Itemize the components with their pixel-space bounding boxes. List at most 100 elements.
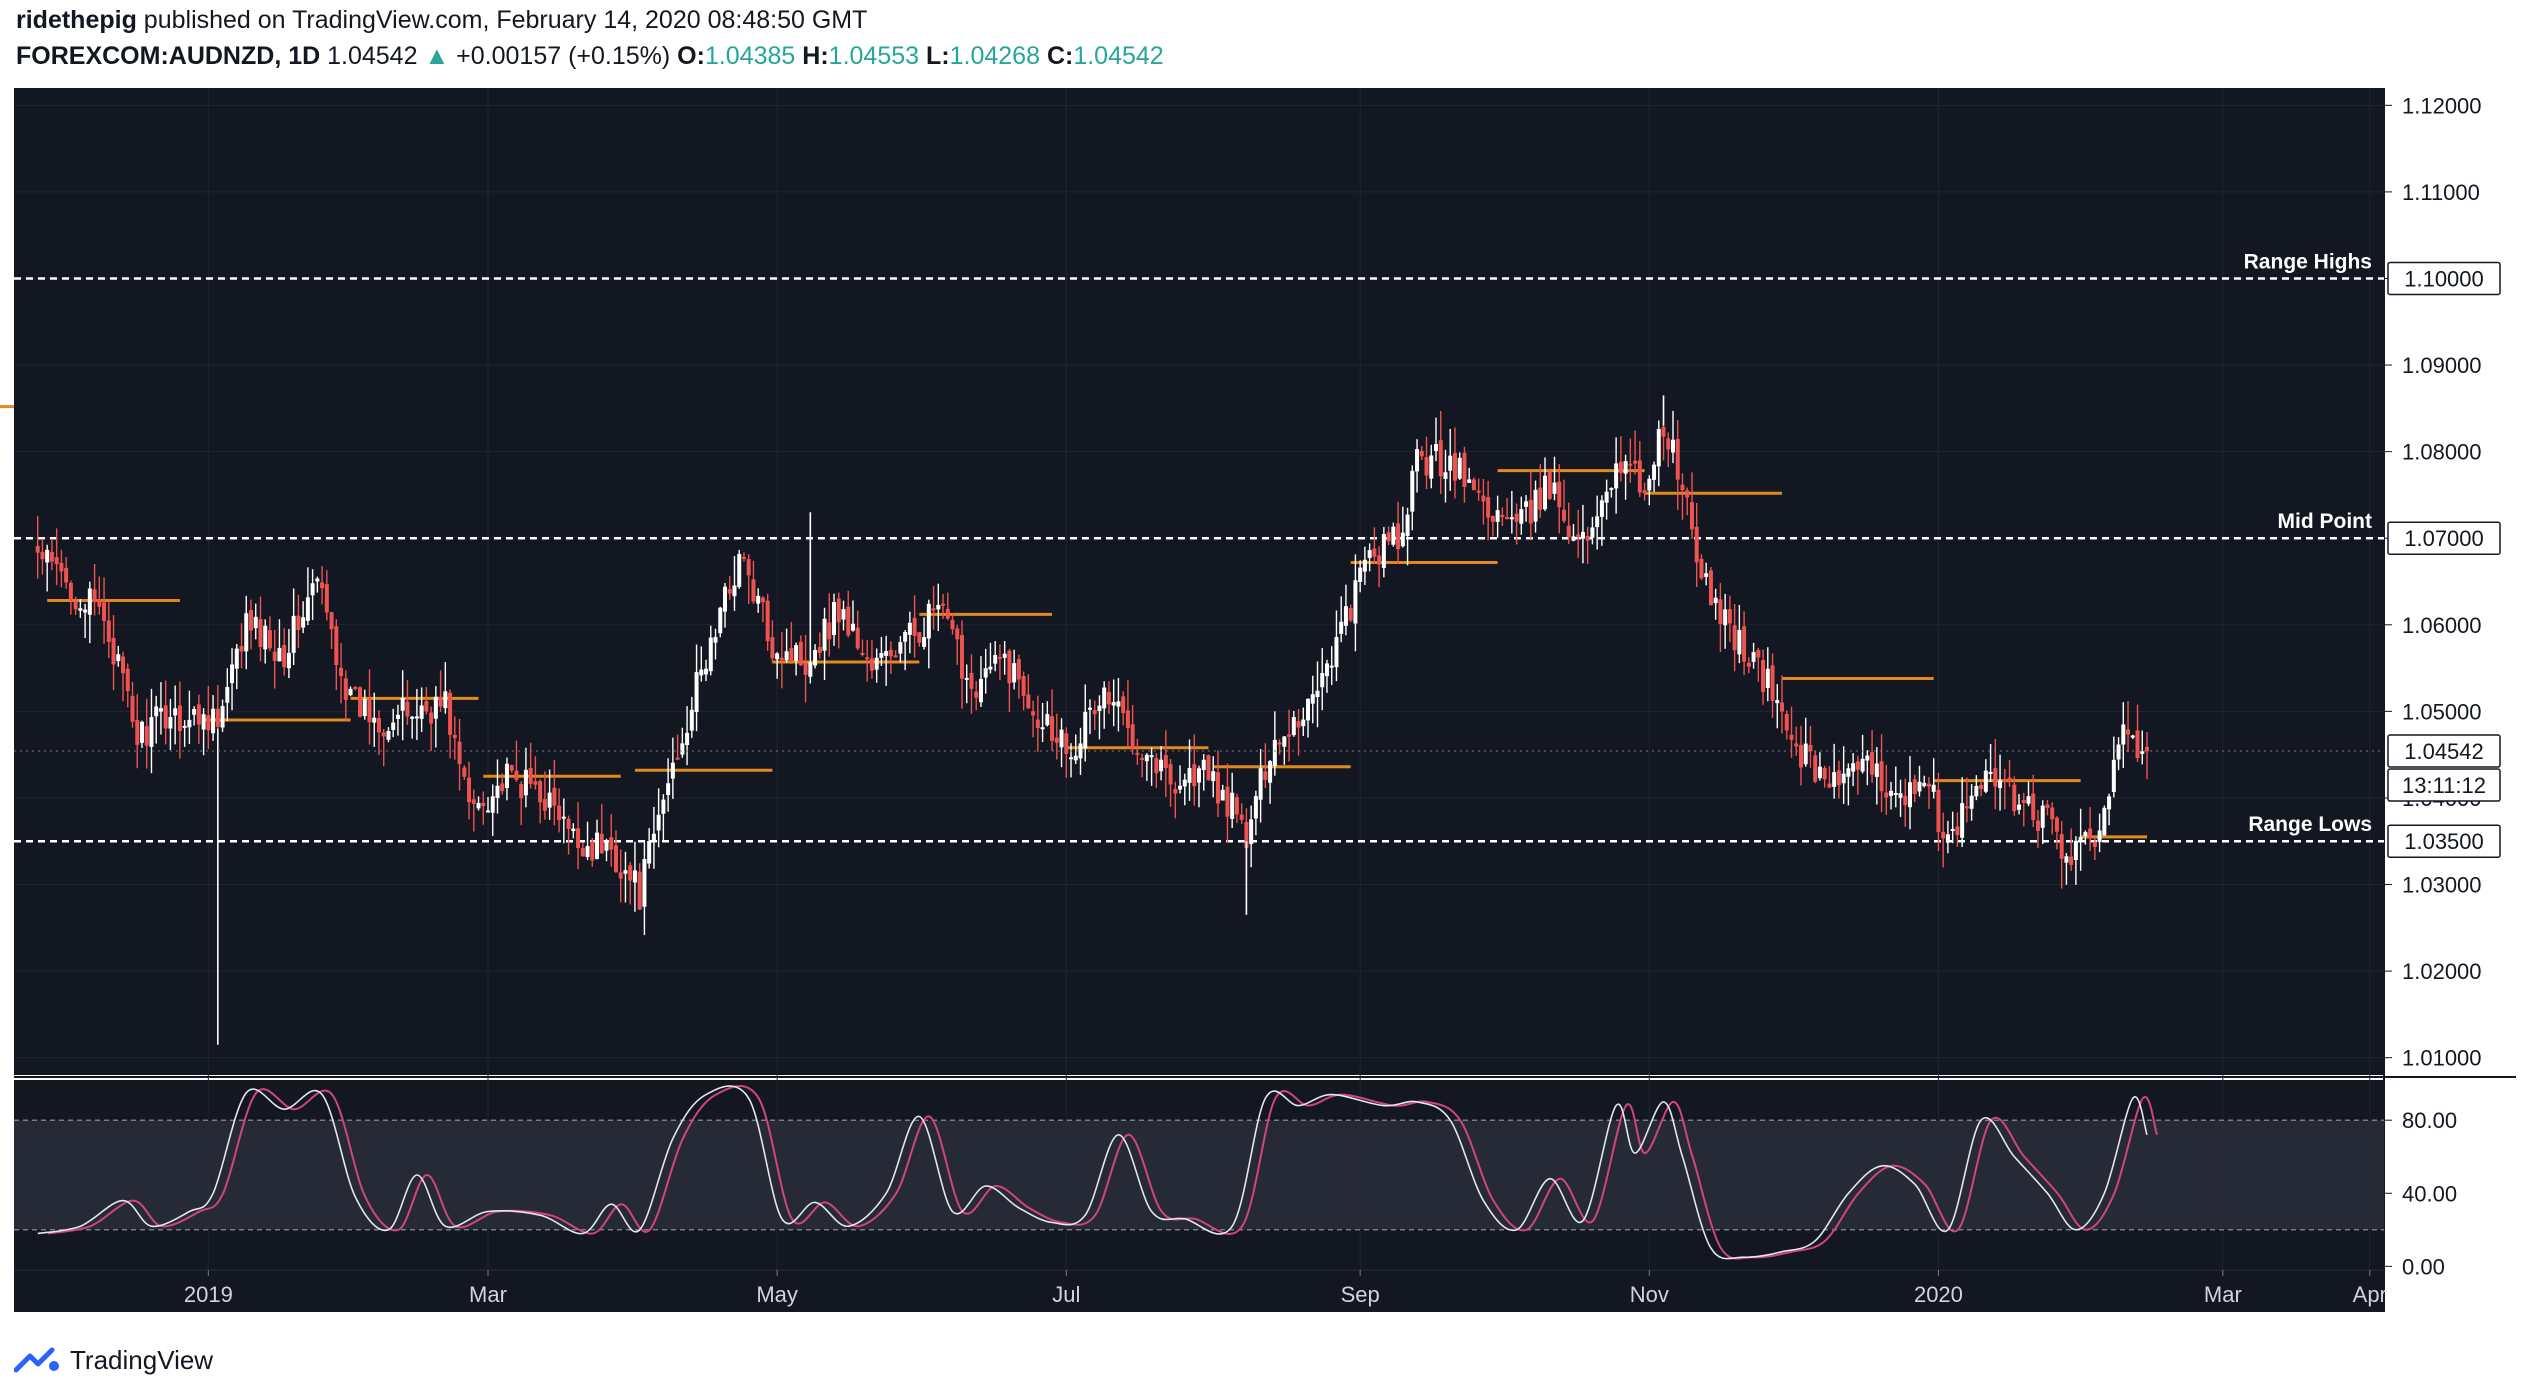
candle-body: [504, 763, 509, 789]
candle-body: [936, 604, 941, 610]
candle-body: [1476, 490, 1481, 493]
candle-body: [613, 845, 618, 873]
candle-body: [798, 641, 803, 666]
candle-body: [538, 780, 543, 803]
candle-body: [1580, 531, 1585, 539]
candle-body: [1116, 701, 1121, 707]
candle-body: [1931, 784, 1936, 792]
candle-body: [1140, 758, 1145, 761]
candle-body: [746, 559, 751, 576]
candle-body: [1050, 716, 1055, 741]
candle-body: [1192, 764, 1197, 787]
candle-body: [1377, 555, 1382, 565]
candle-body: [841, 609, 846, 620]
candle-body: [54, 557, 59, 565]
time-tick-label: Apr: [2353, 1282, 2387, 1307]
candle-body: [1182, 779, 1187, 787]
candle-body: [1467, 479, 1472, 483]
candle-body: [1362, 559, 1367, 572]
candle-body: [557, 805, 562, 821]
candle-body: [315, 578, 320, 582]
candle-body: [1415, 449, 1420, 472]
candle-body: [45, 549, 50, 563]
candle-body: [158, 708, 163, 712]
candle-body: [1822, 767, 1827, 780]
candle-body: [1002, 653, 1007, 658]
candle-body: [1353, 580, 1358, 624]
candle-body: [358, 687, 363, 717]
candle-body: [1656, 428, 1661, 467]
tradingview-logo-icon[interactable]: [14, 1346, 62, 1374]
candle-body: [1343, 606, 1348, 626]
candle-body: [2135, 730, 2140, 759]
candle-body: [888, 649, 893, 657]
candle-body: [490, 796, 495, 813]
stoch-tick-label: 80.00: [2402, 1108, 2457, 1133]
candle-body: [305, 597, 310, 621]
candle-body: [732, 585, 737, 597]
candle-body: [689, 709, 694, 731]
candle-body: [1215, 772, 1220, 804]
candle-body: [1486, 497, 1491, 518]
candle-body: [2083, 832, 2088, 836]
candle-body: [1419, 450, 1424, 457]
candle-body: [547, 792, 552, 808]
candle-body: [1912, 779, 1917, 795]
candle-body: [884, 651, 889, 656]
candle-body: [249, 610, 253, 631]
candle-body: [438, 696, 443, 707]
candle-body: [121, 656, 126, 674]
candle-body: [1865, 755, 1870, 761]
candle-body: [1543, 475, 1548, 510]
candle-body: [666, 783, 671, 796]
candle-body: [533, 781, 538, 785]
candle-body: [481, 802, 486, 807]
candle-body: [1078, 743, 1083, 759]
candle-body: [1054, 737, 1059, 743]
level-name-label: Range Highs: [2244, 250, 2372, 273]
candle-body: [775, 653, 780, 660]
candle-body: [1125, 710, 1130, 729]
candle-body: [1870, 752, 1875, 775]
candle-body: [1097, 705, 1102, 711]
candle-body: [917, 632, 922, 643]
candle-body: [1528, 499, 1533, 524]
candle-body: [1073, 755, 1078, 761]
candle-body: [2026, 796, 2031, 804]
candle-body: [343, 678, 348, 700]
candle-body: [1666, 438, 1671, 450]
candle-body: [211, 708, 216, 734]
candle-body: [1671, 439, 1675, 453]
candle-body: [296, 615, 301, 631]
candle-body: [286, 652, 291, 669]
candle-body: [632, 870, 637, 883]
candle-body: [1832, 772, 1837, 787]
candle-body: [2111, 759, 2116, 792]
candle-body: [661, 799, 666, 814]
candle-body: [173, 708, 178, 716]
candle-body: [1789, 734, 1794, 740]
candle-body: [1386, 532, 1391, 542]
candle-body: [1163, 755, 1168, 768]
candle-body: [694, 672, 699, 713]
candle-body: [1495, 510, 1500, 522]
candle-body: [1121, 696, 1126, 714]
candle-body: [1434, 444, 1438, 451]
price-chart[interactable]: 2019 Mar May Jul Sep Nov 2020 Mar Apr 1.12000 1.11…: [0, 0, 2530, 1388]
candle-body: [836, 598, 841, 623]
candle-body: [1324, 663, 1329, 677]
candle-body: [1178, 785, 1183, 790]
tradingview-brand[interactable]: TradingView: [70, 1345, 213, 1376]
candle-body: [1249, 819, 1254, 845]
candle-body: [35, 545, 40, 553]
candle-body: [1448, 455, 1453, 471]
candle-body: [941, 603, 946, 606]
time-tick-label: May: [756, 1282, 798, 1307]
candle-body: [945, 608, 950, 619]
time-axis: [14, 1270, 2384, 1312]
candle-body: [760, 597, 765, 603]
price-tick-label: 1.11000: [2402, 180, 2480, 205]
candle-body: [1505, 517, 1510, 520]
candle-body: [68, 582, 73, 601]
candle-body: [931, 608, 936, 611]
